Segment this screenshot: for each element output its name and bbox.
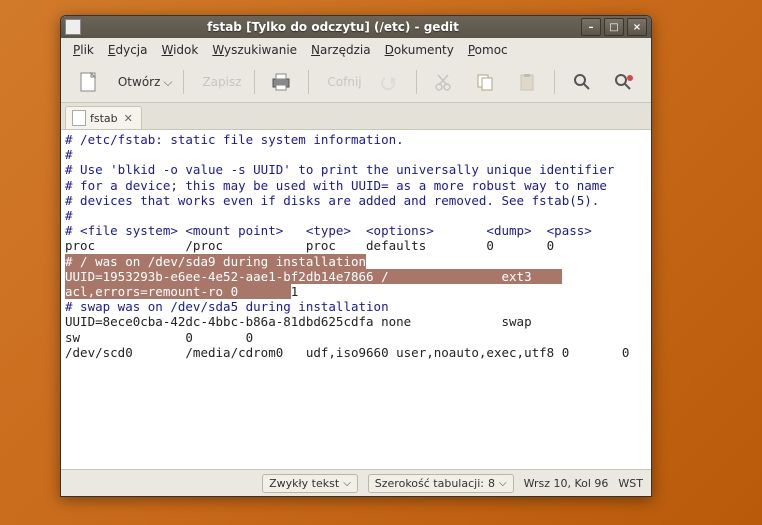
cursor-position: Wrsz 10, Kol 96 [524, 477, 609, 490]
tab-label: fstab [90, 112, 118, 125]
app-icon [65, 19, 81, 35]
save-label: Zapisz [202, 75, 241, 89]
separator [254, 70, 255, 94]
tabbar: fstab ✕ [61, 103, 651, 130]
menu-pomoc[interactable]: Pomoc [462, 41, 514, 59]
menu-plik[interactable]: Plikdocument.currentScript.previousEleme… [67, 41, 100, 59]
new-file-icon [77, 71, 99, 93]
menu-widok[interactable]: Widok [155, 41, 204, 59]
copy-icon [475, 72, 495, 92]
open-label: Otwórz [118, 75, 161, 89]
separator [308, 70, 309, 94]
menu-wyszukiwanie[interactable]: Wyszukiwanie [206, 41, 303, 59]
scissors-icon [433, 72, 453, 92]
undo-label: Cofnij [327, 75, 361, 89]
find-button[interactable] [563, 67, 601, 97]
copy-button[interactable] [466, 67, 504, 97]
close-button[interactable]: × [627, 18, 647, 36]
toolbar: Otwórz ⌵ Zapisz Cofnij [61, 62, 651, 103]
menu-edycja[interactable]: Edycja [102, 41, 154, 59]
search-replace-icon [613, 72, 635, 92]
paste-icon [517, 72, 537, 92]
redo-icon [379, 72, 399, 92]
tabwidth-combo[interactable]: Szerokość tabulacji: 8 [368, 474, 514, 493]
search-icon [572, 72, 592, 92]
save-button: Zapisz [192, 67, 245, 97]
new-button[interactable] [69, 67, 107, 97]
tab-close-icon[interactable]: ✕ [122, 112, 135, 125]
separator [416, 70, 417, 94]
menubar: Plikdocument.currentScript.previousEleme… [61, 38, 651, 62]
menu-narzedzia[interactable]: Narzędzia [305, 41, 377, 59]
print-button[interactable] [262, 67, 300, 97]
undo-button: Cofnij [317, 67, 366, 97]
separator [554, 70, 555, 94]
maximize-button[interactable]: □ [604, 18, 624, 36]
tab-fstab[interactable]: fstab ✕ [65, 106, 142, 129]
file-icon [72, 110, 86, 126]
minimize-button[interactable]: – [581, 18, 601, 36]
menu-dokumenty[interactable]: Dokumenty [379, 41, 460, 59]
undo-icon [321, 72, 323, 92]
save-icon [196, 71, 198, 93]
statusbar: Zwykły tekst Szerokość tabulacji: 8 Wrsz… [61, 469, 651, 496]
insert-mode: WST [618, 477, 643, 490]
gedit-window: fstab [Tylko do odczytu] (/etc) - gedit … [60, 15, 652, 497]
print-icon [270, 71, 292, 93]
separator [183, 70, 184, 94]
chevron-down-icon: ⌵ [163, 75, 172, 90]
window-title: fstab [Tylko do odczytu] (/etc) - gedit [85, 20, 581, 34]
open-button[interactable]: Otwórz ⌵ [111, 67, 175, 97]
titlebar[interactable]: fstab [Tylko do odczytu] (/etc) - gedit … [61, 16, 651, 38]
syntax-combo[interactable]: Zwykły tekst [262, 474, 358, 493]
find-replace-button[interactable] [605, 67, 643, 97]
cut-button [424, 67, 462, 97]
paste-button [508, 67, 546, 97]
editor-area[interactable]: # /etc/fstab: static file system informa… [61, 130, 651, 469]
redo-button [370, 67, 408, 97]
